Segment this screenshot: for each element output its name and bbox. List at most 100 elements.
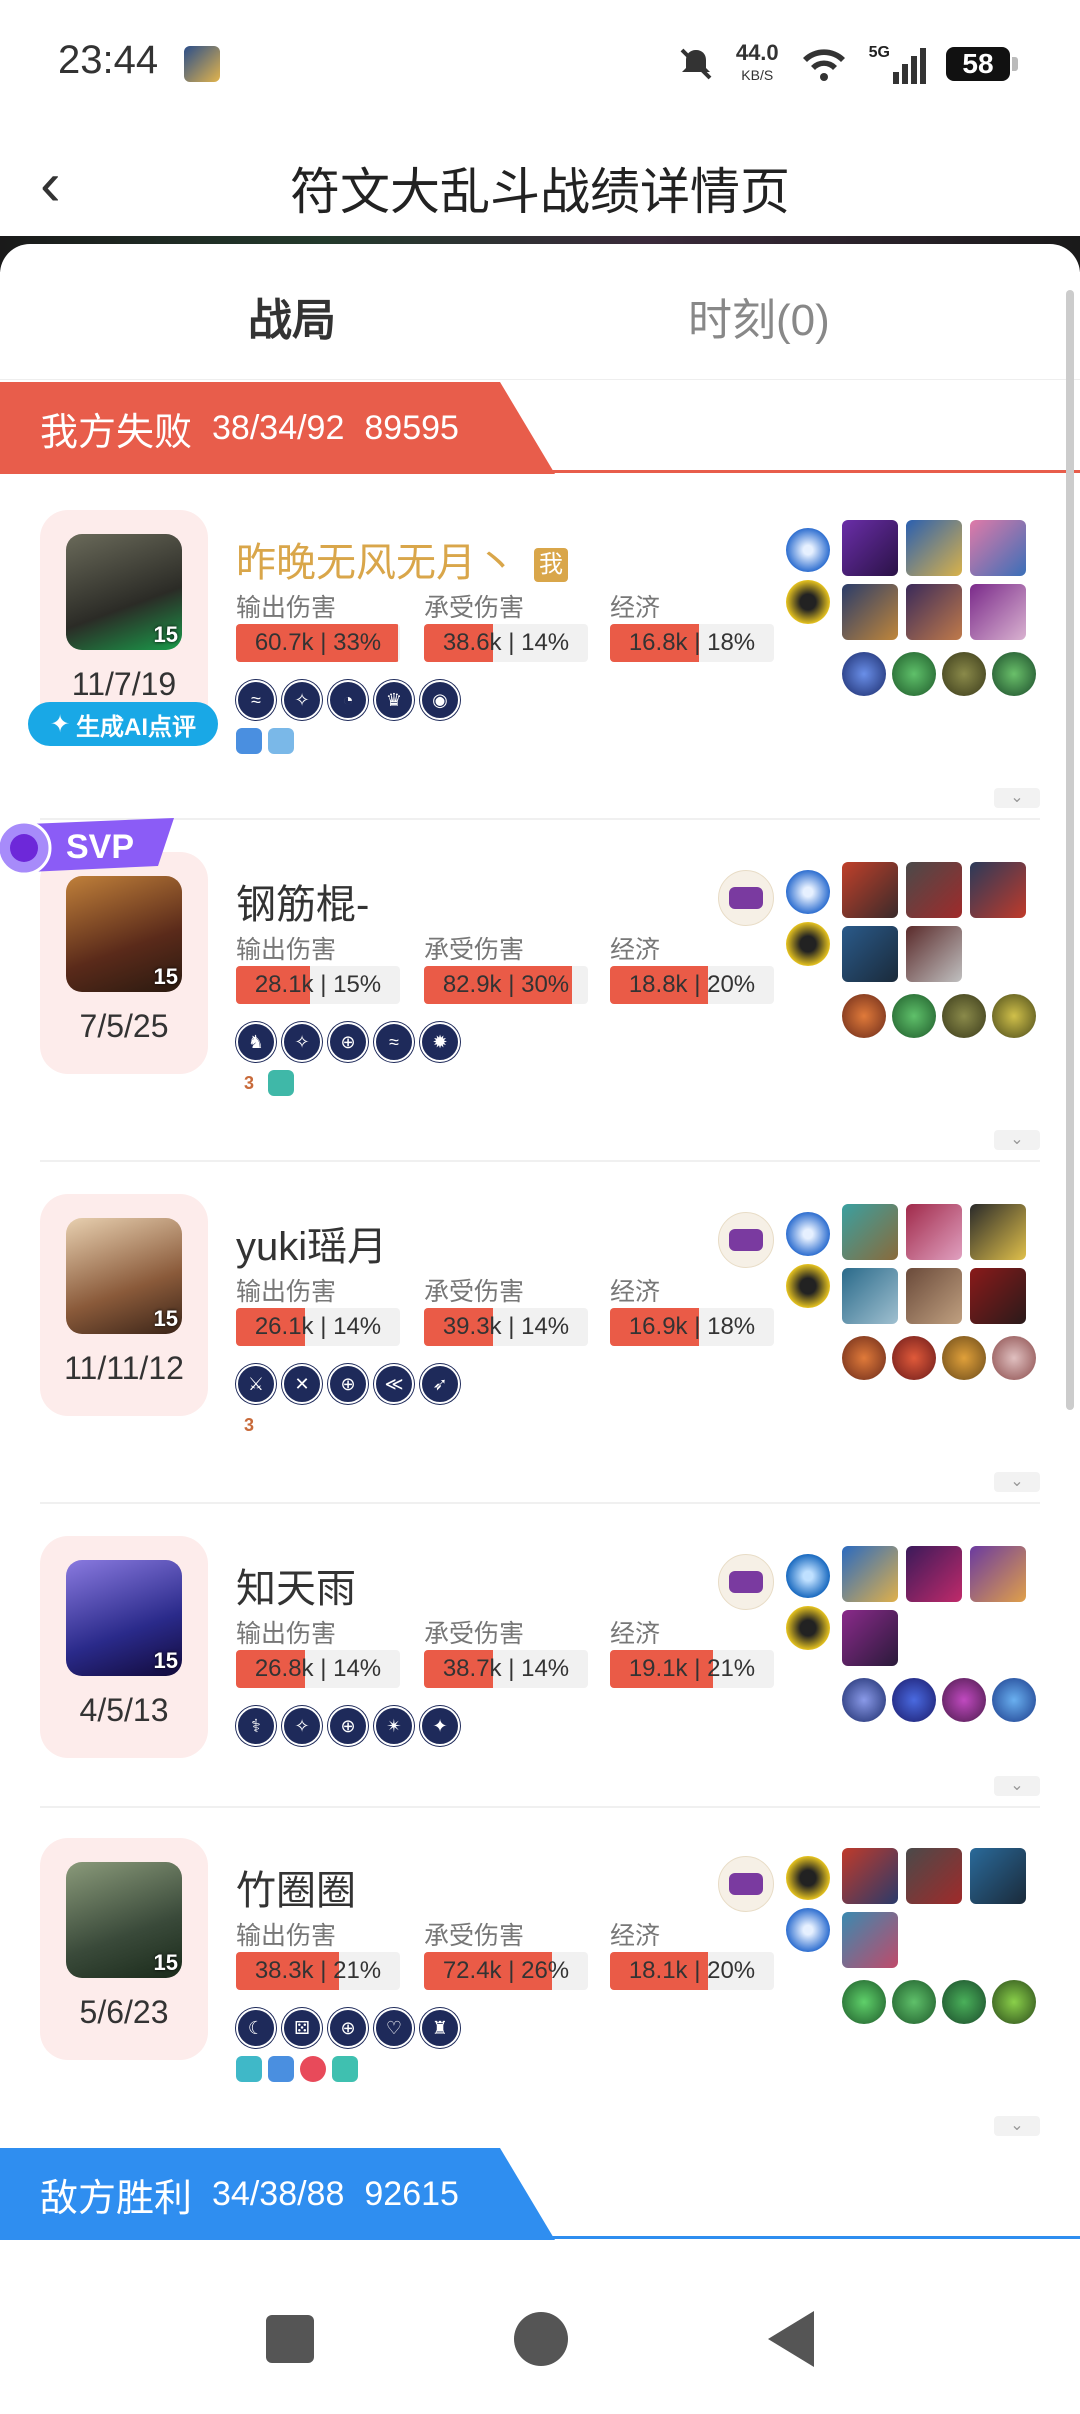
- item-icon[interactable]: [906, 926, 962, 982]
- augment-icon[interactable]: [842, 652, 886, 696]
- rune-icon[interactable]: ♞: [236, 1022, 276, 1062]
- item-icon[interactable]: [970, 1268, 1026, 1324]
- item-icon[interactable]: [842, 1204, 898, 1260]
- rune-icon[interactable]: ≈: [374, 1022, 414, 1062]
- expand-chevron-icon[interactable]: ⌄: [994, 1472, 1040, 1492]
- item-icon[interactable]: [842, 584, 898, 640]
- item-icon[interactable]: [906, 1268, 962, 1324]
- augment-icon[interactable]: [992, 652, 1036, 696]
- item-icon[interactable]: [842, 926, 898, 982]
- augment-icon[interactable]: [942, 652, 986, 696]
- augment-icon[interactable]: [992, 994, 1036, 1038]
- item-icon[interactable]: [970, 520, 1026, 576]
- item-icon[interactable]: [906, 1546, 962, 1602]
- item-icon[interactable]: [842, 1848, 898, 1904]
- flash-spell-icon[interactable]: [786, 1908, 830, 1952]
- ghost-spell-icon[interactable]: [786, 580, 830, 624]
- home-icon[interactable]: [514, 2312, 568, 2366]
- recent-apps-icon[interactable]: [266, 2315, 314, 2363]
- augment-icon[interactable]: [842, 1336, 886, 1380]
- player-row[interactable]: 15 11/7/19 ✦ 生成AI点评 昨晚无风无月丶我 输出伤害 承受伤害 经济…: [0, 480, 1080, 820]
- augment-icon[interactable]: [942, 1336, 986, 1380]
- augment-icon[interactable]: [842, 1980, 886, 2024]
- expand-chevron-icon[interactable]: ⌄: [994, 1130, 1040, 1150]
- item-icon[interactable]: [906, 862, 962, 918]
- augment-icon[interactable]: [892, 994, 936, 1038]
- champion-avatar: 15: [66, 534, 182, 650]
- player-row[interactable]: 15 5/6/23 竹圈圈 输出伤害 承受伤害 经济 38.3k | 21% 7…: [0, 1808, 1080, 2148]
- item-icon[interactable]: [970, 1204, 1026, 1260]
- tag-number: 3: [243, 1073, 254, 1093]
- rune-icon[interactable]: ⊕: [328, 2008, 368, 2048]
- ghost-spell-icon[interactable]: [786, 1264, 830, 1308]
- augment-icon[interactable]: [942, 994, 986, 1038]
- player-row[interactable]: 15 11/11/12 yuki瑶月 输出伤害 承受伤害 经济 26.1k | …: [0, 1164, 1080, 1504]
- player-row[interactable]: 15 4/5/13 知天雨 输出伤害 承受伤害 经济 26.8k | 14% 3…: [0, 1506, 1080, 1808]
- rune-icon[interactable]: ✕: [282, 1364, 322, 1404]
- item-icon[interactable]: [842, 1546, 898, 1602]
- augment-icon[interactable]: [842, 994, 886, 1038]
- rune-icon[interactable]: ♜: [420, 2008, 460, 2048]
- rune-icon[interactable]: ♛: [374, 680, 414, 720]
- item-icon[interactable]: [906, 1204, 962, 1260]
- rune-icon[interactable]: ♡: [374, 2008, 414, 2048]
- player-row[interactable]: 15 7/5/25 SVP 钢筋棍- 输出伤害 承受伤害 经济 28.1k | …: [0, 818, 1080, 1162]
- economy-label: 经济: [610, 936, 661, 964]
- tab-battle[interactable]: 战局: [248, 284, 336, 348]
- ghost-spell-icon[interactable]: [786, 1856, 830, 1900]
- rune-icon[interactable]: ⚕: [236, 1706, 276, 1746]
- flash-spell-icon[interactable]: [786, 1554, 830, 1598]
- item-icon[interactable]: [970, 1546, 1026, 1602]
- ai-review-button[interactable]: ✦ 生成AI点评: [28, 702, 218, 746]
- scrollbar[interactable]: [1066, 290, 1074, 1410]
- augment-icon[interactable]: [992, 1980, 1036, 2024]
- flash-spell-icon[interactable]: [786, 1212, 830, 1256]
- item-icon[interactable]: [906, 1848, 962, 1904]
- rune-icon[interactable]: ◔: [328, 680, 368, 720]
- augment-icon[interactable]: [892, 1980, 936, 2024]
- flash-spell-icon[interactable]: [786, 528, 830, 572]
- nav-back-icon[interactable]: [768, 2311, 814, 2367]
- item-icon[interactable]: [906, 584, 962, 640]
- rune-icon[interactable]: ☾: [236, 2008, 276, 2048]
- item-icon[interactable]: [842, 862, 898, 918]
- augment-icon[interactable]: [892, 652, 936, 696]
- rune-icon[interactable]: ✧: [282, 680, 322, 720]
- item-icon[interactable]: [842, 520, 898, 576]
- item-icon[interactable]: [906, 520, 962, 576]
- rune-icon[interactable]: ◉: [420, 680, 460, 720]
- rune-icon[interactable]: ✴: [374, 1706, 414, 1746]
- item-icon[interactable]: [970, 862, 1026, 918]
- expand-chevron-icon[interactable]: ⌄: [994, 1776, 1040, 1796]
- augment-icon[interactable]: [942, 1678, 986, 1722]
- rune-icon[interactable]: ⚔: [236, 1364, 276, 1404]
- augment-icon[interactable]: [992, 1336, 1036, 1380]
- tab-moments[interactable]: 时刻(0): [688, 284, 830, 348]
- flash-spell-icon[interactable]: [786, 870, 830, 914]
- item-icon[interactable]: [842, 1912, 898, 1968]
- augment-icon[interactable]: [892, 1336, 936, 1380]
- expand-chevron-icon[interactable]: ⌄: [994, 788, 1040, 808]
- rune-icon[interactable]: ✧: [282, 1706, 322, 1746]
- ghost-spell-icon[interactable]: [786, 922, 830, 966]
- item-icon[interactable]: [970, 584, 1026, 640]
- augment-icon[interactable]: [842, 1678, 886, 1722]
- rune-icon[interactable]: ⚄: [282, 2008, 322, 2048]
- rune-icon[interactable]: ≈: [236, 680, 276, 720]
- ghost-spell-icon[interactable]: [786, 1606, 830, 1650]
- augment-icon[interactable]: [942, 1980, 986, 2024]
- rune-icon[interactable]: ✧: [282, 1022, 322, 1062]
- item-icon[interactable]: [842, 1610, 898, 1666]
- rune-icon[interactable]: ✹: [420, 1022, 460, 1062]
- item-icon[interactable]: [970, 1848, 1026, 1904]
- rune-icon[interactable]: ⊕: [328, 1706, 368, 1746]
- item-icon[interactable]: [842, 1268, 898, 1324]
- rune-icon[interactable]: ≪: [374, 1364, 414, 1404]
- augment-icon[interactable]: [992, 1678, 1036, 1722]
- rune-icon[interactable]: ✦: [420, 1706, 460, 1746]
- expand-chevron-icon[interactable]: ⌄: [994, 2116, 1040, 2136]
- rune-icon[interactable]: ⊕: [328, 1364, 368, 1404]
- rune-icon[interactable]: ➶: [420, 1364, 460, 1404]
- augment-icon[interactable]: [892, 1678, 936, 1722]
- rune-icon[interactable]: ⊕: [328, 1022, 368, 1062]
